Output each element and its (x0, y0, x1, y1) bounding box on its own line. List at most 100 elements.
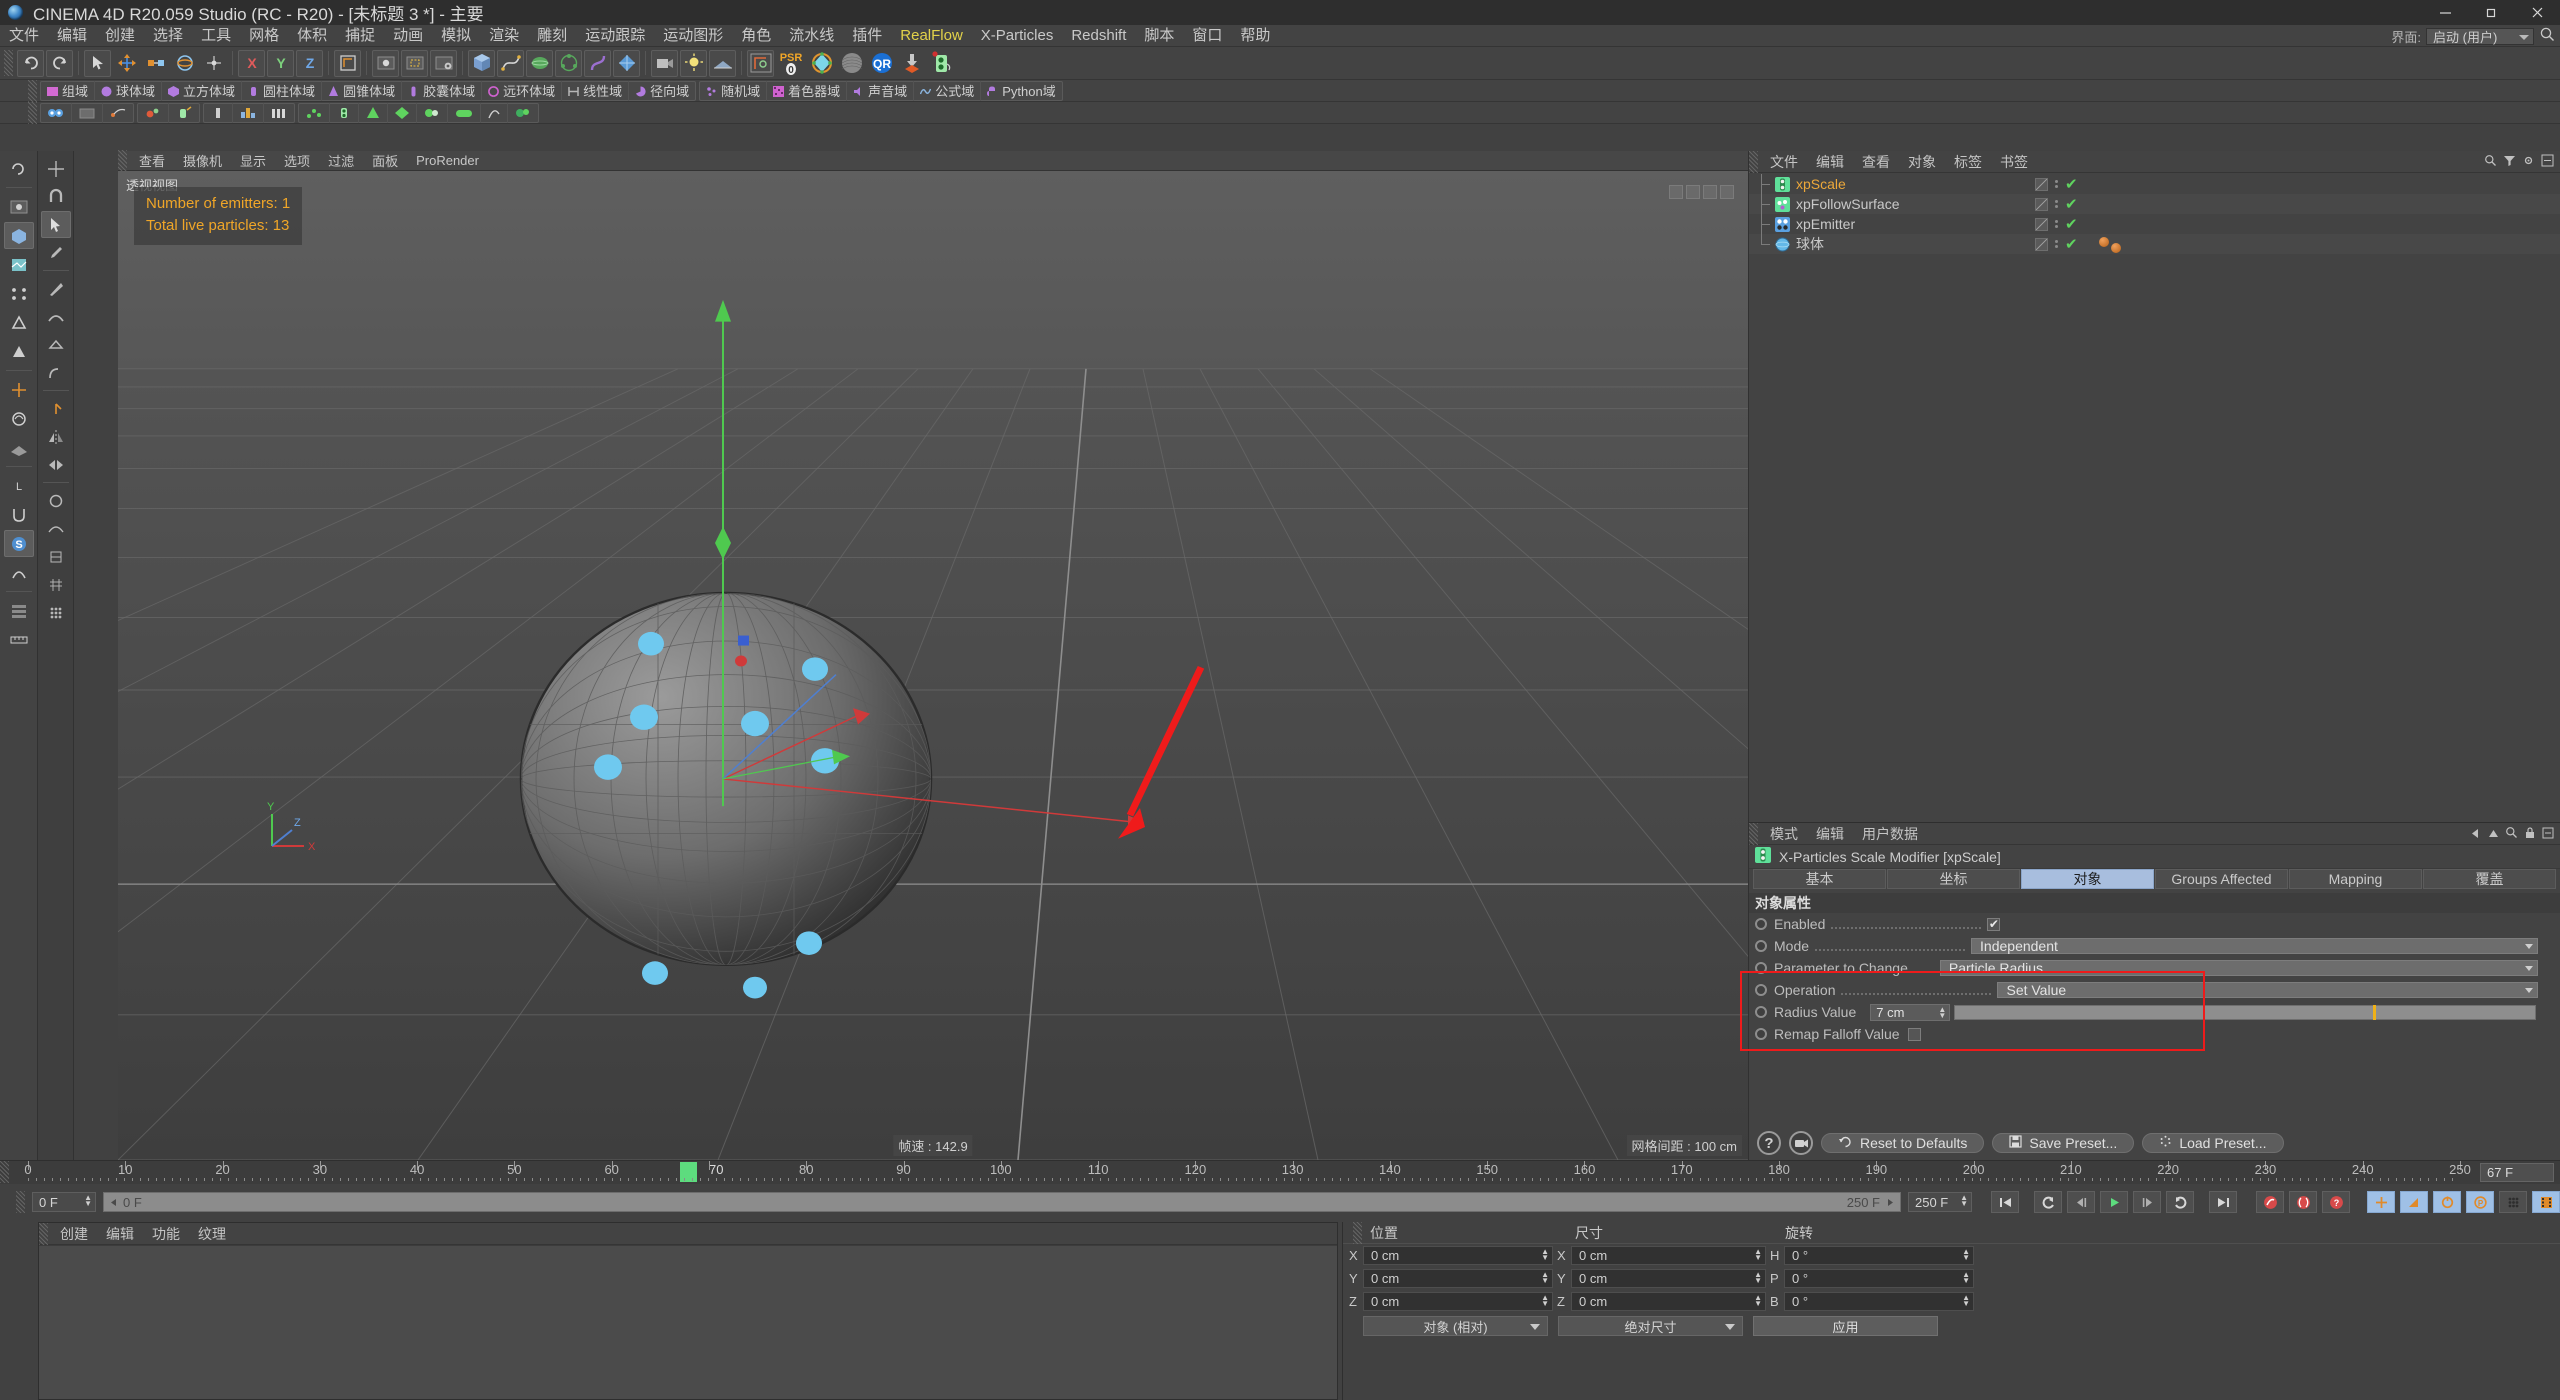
x-axis-icon[interactable]: X (238, 49, 265, 77)
param-key-icon[interactable]: P (2466, 1191, 2494, 1213)
undo-icon[interactable] (17, 49, 44, 77)
viewport-menu-view[interactable]: 查看 (130, 151, 174, 170)
menu-item-xparticles[interactable]: X-Particles (972, 25, 1063, 47)
go-to-start-icon[interactable] (1991, 1191, 2019, 1213)
viewport-menu-options[interactable]: 选项 (275, 151, 319, 170)
hair-object-icon[interactable] (808, 50, 836, 77)
step-back-icon[interactable] (2067, 1191, 2095, 1213)
animate-dot-icon[interactable] (1755, 1006, 1767, 1018)
menu-item-2[interactable]: 创建 (96, 25, 144, 47)
camera-icon[interactable] (651, 49, 678, 77)
plugin-toolbar-grip[interactable] (28, 101, 37, 124)
menu-item-5[interactable]: 网格 (240, 25, 288, 47)
menu-item-16[interactable]: 插件 (843, 25, 891, 47)
menu-item-3[interactable]: 选择 (144, 25, 192, 47)
autokey-icon[interactable] (2289, 1191, 2317, 1213)
am-lock-icon[interactable] (2524, 826, 2536, 842)
position-y-input[interactable]: 0 cm ▲ ▼ (1363, 1269, 1553, 1288)
mat-menu-edit[interactable]: 编辑 (97, 1224, 143, 1244)
record-icon[interactable] (2256, 1191, 2284, 1213)
field-btn-9[interactable]: 随机域 (700, 81, 766, 101)
radius-value-input[interactable]: 7 cm ▲ ▼ (1870, 1003, 1951, 1021)
tab-groups-affected[interactable]: Groups Affected (2155, 869, 2288, 889)
maximize-icon[interactable] (2468, 0, 2514, 25)
menu-item-6[interactable]: 体积 (288, 25, 336, 47)
timeline-scrub-bar[interactable]: 0 F 250 F (103, 1192, 1901, 1212)
viewport-menu-panel[interactable]: 面板 (363, 151, 407, 170)
animate-icon[interactable] (1789, 1131, 1813, 1155)
rotate-icon[interactable] (171, 50, 198, 77)
om-filter-icon[interactable] (2503, 154, 2516, 170)
viewport-menu-grip[interactable] (118, 149, 127, 172)
menu-item-21[interactable]: 窗口 (1183, 25, 1231, 47)
object-row-xpscale[interactable]: xpScale ✔ (1749, 174, 2560, 194)
go-to-end-icon[interactable] (2209, 1191, 2237, 1213)
xp-gravity-icon[interactable] (204, 103, 232, 123)
field-btn-3[interactable]: 圆柱体域 (241, 80, 321, 101)
object-row-xpfollowsurface[interactable]: xpFollowSurface ✔ (1749, 194, 2560, 214)
layer-color-swatch[interactable] (2035, 177, 2048, 191)
sculpt-smooth-icon[interactable] (41, 515, 71, 542)
xp-trail-icon[interactable] (102, 102, 133, 123)
viewport-zoom-icon[interactable] (1686, 185, 1700, 199)
field-btn-0[interactable]: 组域 (41, 81, 94, 101)
xp-scale-modifier-icon[interactable] (329, 102, 358, 123)
tab-coord[interactable]: 坐标 (1887, 869, 2020, 889)
om-menu-bookmarks[interactable]: 书签 (1991, 152, 2037, 172)
symmetry-tool-icon[interactable] (41, 423, 71, 450)
om-search-icon[interactable] (2484, 154, 2497, 170)
attribute-manager-grip[interactable] (1749, 822, 1758, 845)
visibility-dots-icon[interactable] (2055, 220, 2058, 228)
xp-cache-icon[interactable] (71, 102, 102, 123)
field-btn-2[interactable]: 立方体域 (161, 80, 241, 101)
field-btn-1[interactable]: 球体域 (94, 80, 161, 101)
remap-falloff-checkbox[interactable] (1907, 1027, 1921, 1041)
ruler-ticks[interactable]: 0 10 20 30 40 50 60 70 80 90 100 110 120… (24, 1161, 2471, 1185)
weight-tool-icon[interactable] (41, 543, 71, 570)
tab-basic[interactable]: 基本 (1753, 869, 1886, 889)
minimize-icon[interactable] (2422, 0, 2468, 25)
menu-item-realflow[interactable]: RealFlow (891, 25, 972, 47)
reset-transform-icon[interactable] (200, 50, 227, 77)
layout-dropdown[interactable]: 启动 (用户) (2426, 27, 2534, 45)
menu-item-8[interactable]: 动画 (384, 25, 432, 47)
tab-object[interactable]: 对象 (2021, 869, 2154, 889)
quantize-icon[interactable] (4, 559, 34, 586)
pla-key-icon[interactable] (2499, 1191, 2527, 1213)
knife-tool-icon[interactable] (41, 275, 71, 302)
magnet-tool-icon[interactable] (41, 183, 71, 210)
field-btn-8[interactable]: 径向域 (628, 80, 695, 101)
spinner-icon[interactable]: ▲ ▼ (1754, 1294, 1762, 1308)
z-axis-icon[interactable]: Z (296, 49, 323, 77)
size-z-input[interactable]: 0 cm ▲ ▼ (1571, 1292, 1766, 1311)
field-btn-12[interactable]: 公式域 (913, 80, 980, 101)
field-btn-6[interactable]: 远环体域 (481, 80, 561, 101)
viewport-menu-prorender[interactable]: ProRender (407, 153, 488, 168)
enabled-check-icon[interactable]: ✔ (2065, 237, 2078, 252)
field-btn-10[interactable]: 着色器域 (766, 80, 846, 101)
animate-dot-icon[interactable] (1755, 962, 1767, 974)
undo-view-icon[interactable] (4, 155, 34, 182)
xp-collider-icon[interactable] (138, 103, 168, 123)
slider-handle[interactable] (2372, 1004, 2376, 1020)
coordinate-system-icon[interactable] (747, 49, 774, 77)
rotation-h-input[interactable]: 0 ° ▲ ▼ (1784, 1246, 1974, 1265)
extrude-tool-icon[interactable] (41, 331, 71, 358)
enabled-check-icon[interactable]: ✔ (2065, 217, 2078, 232)
mode-dropdown[interactable]: Independent (1971, 938, 2538, 954)
om-collapse-icon[interactable] (2541, 154, 2554, 170)
parameter-to-change-dropdown[interactable]: Particle Radius (1939, 960, 2538, 976)
xp-mesher-icon[interactable] (416, 102, 447, 123)
viewport-maximize-icon[interactable] (1720, 185, 1734, 199)
viewport-menu-display[interactable]: 显示 (231, 151, 275, 170)
object-tags[interactable] (2099, 237, 2121, 253)
field-btn-5[interactable]: 胶囊体域 (401, 80, 481, 101)
measure-icon[interactable] (4, 626, 34, 653)
tab-mapping[interactable]: Mapping (2289, 869, 2422, 889)
xp-cone-icon[interactable] (358, 102, 387, 123)
axis-tool-icon[interactable] (41, 395, 71, 422)
sculpt-grab-icon[interactable] (41, 487, 71, 514)
om-settings-icon[interactable] (2522, 154, 2535, 170)
viewport-menu-filter[interactable]: 过滤 (319, 151, 363, 170)
viewport-3d[interactable]: 透视视图 Number of emitters: 1 Total live pa… (118, 171, 1748, 1160)
